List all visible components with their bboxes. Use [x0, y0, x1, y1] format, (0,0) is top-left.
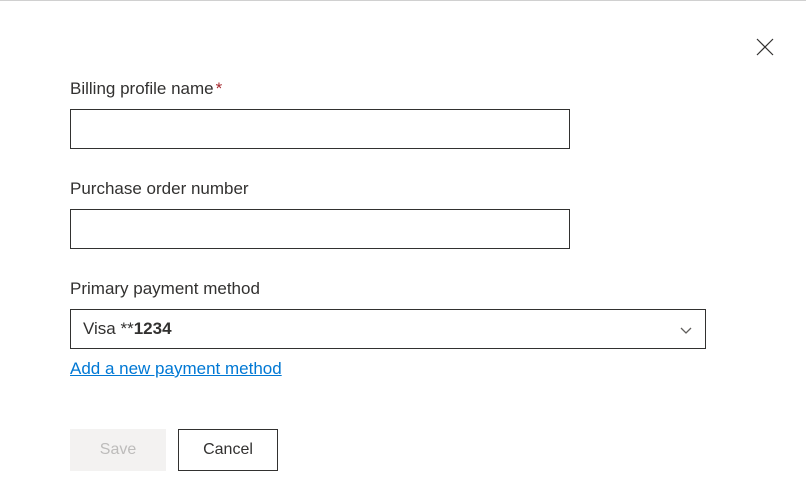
close-button[interactable]: [754, 36, 776, 58]
chevron-down-icon: [679, 322, 693, 336]
billing-profile-form: Billing profile name* Purchase order num…: [0, 1, 806, 471]
required-asterisk: *: [216, 79, 223, 98]
primary-payment-method-dropdown[interactable]: Visa **1234: [70, 309, 706, 349]
save-button[interactable]: Save: [70, 429, 166, 471]
purchase-order-number-label: Purchase order number: [70, 179, 736, 199]
add-payment-method-link[interactable]: Add a new payment method: [70, 359, 282, 379]
close-icon: [756, 38, 774, 56]
purchase-order-number-input[interactable]: [70, 209, 570, 249]
purchase-order-number-group: Purchase order number: [70, 179, 736, 249]
primary-payment-method-group: Primary payment method Visa **1234 Add a…: [70, 279, 736, 379]
billing-profile-name-input[interactable]: [70, 109, 570, 149]
payment-method-selected-value: Visa **1234: [83, 319, 172, 339]
primary-payment-method-label: Primary payment method: [70, 279, 736, 299]
cancel-button[interactable]: Cancel: [178, 429, 278, 471]
billing-profile-name-label: Billing profile name*: [70, 79, 736, 99]
button-row: Save Cancel: [70, 429, 736, 471]
billing-profile-name-group: Billing profile name*: [70, 79, 736, 149]
